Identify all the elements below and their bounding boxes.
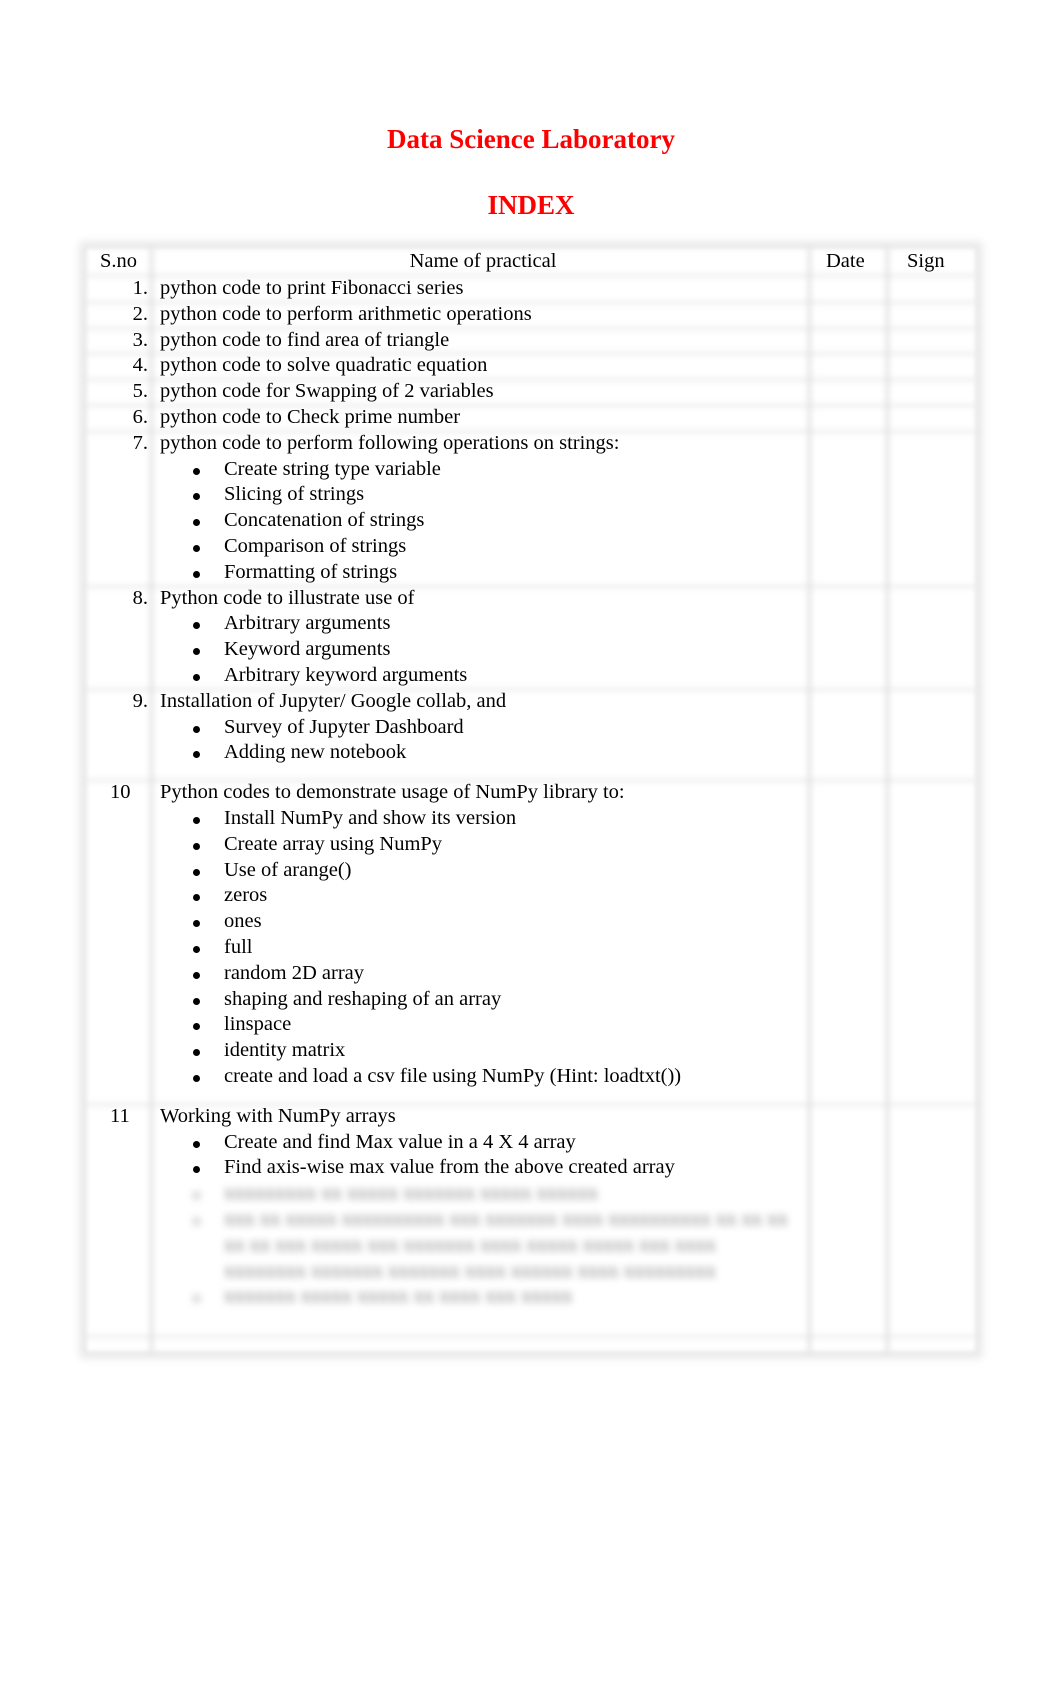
blurred-text: xx xx xxx xxxxx xxx xxxxxxx xxxx xxxxx x… [224, 1233, 716, 1256]
practical-name: python code to perform arithmetic operat… [160, 302, 532, 325]
blurred-text: xxx xx xxxxx xxxxxxxxxx xxx xxxxxxx xxxx… [224, 1208, 788, 1230]
bullet-icon [193, 725, 200, 733]
sub-item-text: shaping and reshaping of an array [224, 987, 502, 1010]
sub-item-text: Arbitrary arguments [224, 612, 391, 635]
row-number: 3. [132, 328, 148, 351]
practical-name: Python codes to demonstrate usage of Num… [160, 781, 625, 804]
row-number: 10 [110, 781, 131, 804]
sub-item-text: Create and find Max value in a 4 X 4 arr… [224, 1130, 576, 1153]
bullet-icon [193, 946, 200, 953]
document-title: Data Science Laboratory [387, 124, 675, 154]
practical-name: python code to print Fibonacci series [160, 277, 464, 299]
row-number: 7. [132, 431, 148, 454]
practical-name: python code to find area of triangle [160, 328, 450, 351]
sub-item-text: Use of arange() [224, 858, 352, 881]
row-number: 8. [132, 586, 148, 609]
bullet-icon [193, 674, 200, 681]
sub-item-text: random 2D array [224, 961, 365, 984]
practical-name: python code to Check prime number [160, 406, 461, 428]
blurred-text: xxxxxxxx xxxxxxx xxxxxxx xxxx xxxxxx xxx… [224, 1259, 716, 1282]
sub-item-text: zeros [224, 884, 268, 907]
row-number: 2. [132, 302, 148, 325]
sub-item-text: Comparison of strings [224, 535, 407, 557]
index-heading: INDEX [487, 190, 575, 220]
sub-item-text: Arbitrary keyword arguments [224, 664, 468, 686]
sub-item-text: Slicing of strings [224, 483, 365, 506]
practical-name: Python code to illustrate use of [160, 586, 415, 609]
column-divider [150, 248, 153, 1352]
column-divider [808, 248, 811, 1352]
row-number: 5. [132, 380, 148, 403]
sub-item-text: Create string type variable [224, 457, 441, 480]
sub-item-text: Create array using NumPy [224, 832, 443, 855]
sub-item-text: linspace [224, 1013, 292, 1036]
sub-item-text: Adding new notebook [224, 741, 407, 764]
column-divider [886, 248, 889, 1352]
sub-item-text: Concatenation of strings [224, 509, 425, 532]
row-divider [86, 1335, 976, 1338]
row-number: 11 [110, 1104, 130, 1127]
sub-item-text: Install NumPy and show its version [224, 807, 517, 829]
header-sno: S.no [100, 250, 138, 272]
bullet-icon [193, 1140, 200, 1148]
row-number: 1. [132, 277, 148, 299]
sub-item-text: create and load a csv file using NumPy (… [224, 1065, 682, 1087]
blurred-text: xxxxxxxxx xx xxxxx xxxxxxx xxxxx xxxxxx [224, 1182, 599, 1205]
header-name-of-practical: Name of practical [409, 250, 557, 272]
bullet-icon [193, 817, 200, 824]
sub-item-text: Formatting of strings [224, 560, 398, 583]
sub-item-text: full [224, 936, 253, 958]
bullet-icon [193, 971, 200, 979]
row-number: 6. [132, 406, 148, 428]
row-number: 9. [132, 689, 148, 712]
practical-name: python code to solve quadratic equation [160, 354, 488, 377]
sub-item-text: ones [224, 910, 262, 933]
bullet-icon [193, 570, 200, 578]
bullet-icon [193, 467, 200, 475]
sub-item-text: Survey of Jupyter Dashboard [224, 715, 464, 738]
practical-name: Installation of Jupyter/ Google collab, … [160, 689, 507, 712]
practical-name: Working with NumPy arrays [160, 1104, 396, 1127]
bullet-icon [193, 842, 200, 850]
bullet-icon [193, 1075, 200, 1082]
sub-item-text: identity matrix [224, 1039, 346, 1062]
sub-item-text: Keyword arguments [224, 638, 391, 661]
practical-name: python code to perform following operati… [160, 431, 620, 454]
bullet-icon [193, 545, 200, 552]
header-date: Date [826, 250, 865, 272]
row-number: 4. [132, 354, 148, 377]
bullet-icon [193, 997, 200, 1005]
blurred-text: xxxxxxx xxxxx xxxxx xx xxxx xxx xxxxx [224, 1285, 573, 1308]
practical-name: python code for Swapping of 2 variables [160, 380, 494, 403]
bullet-icon [193, 1218, 200, 1225]
bullet-icon [193, 868, 200, 876]
sub-item-text: Find axis-wise max value from the above … [224, 1156, 675, 1179]
header-sign: Sign [907, 250, 945, 272]
